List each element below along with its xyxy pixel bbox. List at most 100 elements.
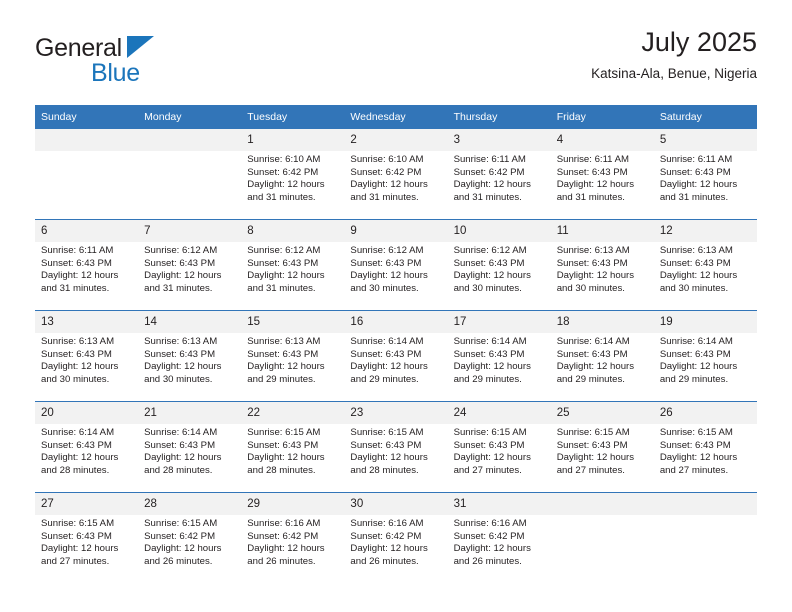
daylight-text: Daylight: 12 hours xyxy=(556,179,635,191)
sunset-text: Sunset: 6:42 PM xyxy=(144,530,216,542)
daylight-text: and 29 minutes. xyxy=(556,373,625,385)
daylight-text: and 27 minutes. xyxy=(41,555,110,567)
day-number: 28 xyxy=(138,493,242,515)
day-details: Sunrise: 6:15 AM Sunset: 6:42 PM Daylight:… xyxy=(138,515,241,568)
day-details: Sunrise: 6:15 AM Sunset: 6:43 PM Daylight:… xyxy=(448,424,551,477)
day-details: Sunrise: 6:16 AM Sunset: 6:42 PM Daylight:… xyxy=(448,515,551,568)
day-details: Sunrise: 6:15 AM Sunset: 6:43 PM Daylight:… xyxy=(35,515,138,568)
day-number: 10 xyxy=(447,220,551,242)
day-number: 25 xyxy=(550,402,654,424)
calendar-day-cell[interactable]: 20 Sunrise: 6:14 AM Sunset: 6:43 PM Dayligh… xyxy=(35,401,139,493)
calendar-day-cell[interactable]: 26 Sunrise: 6:15 AM Sunset: 6:43 PM Dayligh… xyxy=(653,401,757,493)
sunrise-text: Sunrise: 6:16 AM xyxy=(247,518,321,529)
calendar-day-cell[interactable]: 31 Sunrise: 6:16 AM Sunset: 6:42 PM Dayligh… xyxy=(447,492,551,583)
sunset-text: Sunset: 6:43 PM xyxy=(556,166,628,178)
day-details: Sunrise: 6:15 AM Sunset: 6:43 PM Daylight:… xyxy=(551,424,654,477)
daylight-text: and 27 minutes. xyxy=(556,464,625,476)
calendar-day-cell[interactable]: 28 Sunrise: 6:15 AM Sunset: 6:42 PM Dayligh… xyxy=(138,492,242,583)
calendar-day-cell[interactable]: 19 Sunrise: 6:14 AM Sunset: 6:43 PM Dayligh… xyxy=(653,310,757,402)
day-details: Sunrise: 6:11 AM Sunset: 6:43 PM Daylight:… xyxy=(551,151,654,204)
calendar-day-cell[interactable]: 16 Sunrise: 6:14 AM Sunset: 6:43 PM Dayligh… xyxy=(344,310,448,402)
calendar-day-cell[interactable]: 4 Sunrise: 6:11 AM Sunset: 6:43 PM Daylight… xyxy=(550,129,654,220)
day-details: Sunrise: 6:12 AM Sunset: 6:43 PM Daylight:… xyxy=(344,242,447,295)
daylight-text: Daylight: 12 hours xyxy=(41,270,119,282)
sunrise-text: Sunrise: 6:16 AM xyxy=(350,518,424,529)
calendar-day-cell[interactable]: 1 Sunrise: 6:10 AM Sunset: 6:42 PM Daylight… xyxy=(241,129,345,220)
calendar-day-cell[interactable]: 14 Sunrise: 6:13 AM Sunset: 6:43 PM Dayligh… xyxy=(138,310,242,402)
calendar-day-cell[interactable]: 15 Sunrise: 6:13 AM Sunset: 6:43 PM Dayligh… xyxy=(241,310,345,402)
daylight-text: Daylight: 12 hours xyxy=(247,361,325,373)
daylight-text: and 31 minutes. xyxy=(247,191,316,203)
calendar-day-cell[interactable]: 12 Sunrise: 6:13 AM Sunset: 6:43 PM Dayligh… xyxy=(653,219,757,311)
calendar-day-cell[interactable]: 7 Sunrise: 6:12 AM Sunset: 6:43 PM Daylight… xyxy=(138,219,242,311)
day-details: Sunrise: 6:15 AM Sunset: 6:43 PM Daylight:… xyxy=(241,424,344,477)
weekday-header-sunday: Sunday xyxy=(35,105,139,129)
sunset-text: Sunset: 6:43 PM xyxy=(144,439,216,451)
calendar-body: 1 Sunrise: 6:10 AM Sunset: 6:42 PM Daylight… xyxy=(35,129,757,583)
page-subtitle: Katsina-Ala, Benue, Nigeria xyxy=(591,66,757,81)
day-details: Sunrise: 6:14 AM Sunset: 6:43 PM Daylight:… xyxy=(551,333,654,386)
calendar-day-cell[interactable]: 23 Sunrise: 6:15 AM Sunset: 6:43 PM Dayligh… xyxy=(344,401,448,493)
calendar-day-cell[interactable]: 24 Sunrise: 6:15 AM Sunset: 6:43 PM Dayligh… xyxy=(447,401,551,493)
calendar-day-cell[interactable]: 17 Sunrise: 6:14 AM Sunset: 6:43 PM Dayligh… xyxy=(447,310,551,402)
calendar-day-cell[interactable]: 27 Sunrise: 6:15 AM Sunset: 6:43 PM Dayligh… xyxy=(35,492,139,583)
sunrise-text: Sunrise: 6:12 AM xyxy=(350,245,424,256)
calendar-day-cell[interactable]: 9 Sunrise: 6:12 AM Sunset: 6:43 PM Daylight… xyxy=(344,219,448,311)
calendar-week-row: 13 Sunrise: 6:13 AM Sunset: 6:43 PM Dayligh… xyxy=(35,310,757,402)
calendar-day-cell[interactable]: 25 Sunrise: 6:15 AM Sunset: 6:43 PM Dayligh… xyxy=(550,401,654,493)
day-details: Sunrise: 6:16 AM Sunset: 6:42 PM Daylight:… xyxy=(241,515,344,568)
day-number: 22 xyxy=(241,402,345,424)
sunrise-text: Sunrise: 6:14 AM xyxy=(350,336,424,347)
calendar-week-row: 1 Sunrise: 6:10 AM Sunset: 6:42 PM Daylight… xyxy=(35,129,757,220)
day-number: 26 xyxy=(653,402,757,424)
calendar-day-cell[interactable]: 22 Sunrise: 6:15 AM Sunset: 6:43 PM Dayligh… xyxy=(241,401,345,493)
day-details: Sunrise: 6:14 AM Sunset: 6:43 PM Daylight:… xyxy=(448,333,551,386)
calendar-day-cell[interactable]: 10 Sunrise: 6:12 AM Sunset: 6:43 PM Dayligh… xyxy=(447,219,551,311)
sunrise-text: Sunrise: 6:12 AM xyxy=(453,245,527,256)
calendar-day-cell[interactable]: 13 Sunrise: 6:13 AM Sunset: 6:43 PM Dayligh… xyxy=(35,310,139,402)
calendar-day-cell[interactable]: 5 Sunrise: 6:11 AM Sunset: 6:43 PM Daylight… xyxy=(653,129,757,220)
day-details: Sunrise: 6:14 AM Sunset: 6:43 PM Daylight:… xyxy=(35,424,138,477)
daylight-text: Daylight: 12 hours xyxy=(453,543,531,555)
calendar-day-cell[interactable]: 11 Sunrise: 6:13 AM Sunset: 6:43 PM Dayligh… xyxy=(550,219,654,311)
sunset-text: Sunset: 6:42 PM xyxy=(247,166,319,178)
day-number: 17 xyxy=(447,311,551,333)
page-title: July 2025 xyxy=(641,27,757,57)
sunset-text: Sunset: 6:43 PM xyxy=(247,439,319,451)
logo-text-general: General xyxy=(35,34,122,62)
sunset-text: Sunset: 6:42 PM xyxy=(350,530,422,542)
daylight-text: Daylight: 12 hours xyxy=(41,543,119,555)
day-number: 27 xyxy=(35,493,139,515)
daylight-text: Daylight: 12 hours xyxy=(453,452,531,464)
logo-text-blue: Blue xyxy=(91,59,140,87)
sunset-text: Sunset: 6:43 PM xyxy=(350,257,422,269)
day-details: Sunrise: 6:14 AM Sunset: 6:43 PM Daylight:… xyxy=(654,333,757,386)
day-details: Sunrise: 6:13 AM Sunset: 6:43 PM Daylight:… xyxy=(138,333,241,386)
sunrise-text: Sunrise: 6:13 AM xyxy=(556,245,630,256)
calendar-day-cell[interactable]: 6 Sunrise: 6:11 AM Sunset: 6:43 PM Daylight… xyxy=(35,219,139,311)
daylight-text: and 29 minutes. xyxy=(247,373,316,385)
daylight-text: Daylight: 12 hours xyxy=(144,270,222,282)
calendar-day-cell[interactable]: 8 Sunrise: 6:12 AM Sunset: 6:43 PM Daylight… xyxy=(241,219,345,311)
daylight-text: and 30 minutes. xyxy=(659,282,729,294)
sunset-text: Sunset: 6:42 PM xyxy=(247,530,319,542)
daylight-text: and 30 minutes. xyxy=(41,373,110,385)
calendar-day-cell[interactable]: 3 Sunrise: 6:11 AM Sunset: 6:42 PM Daylight… xyxy=(447,129,551,220)
daylight-text: Daylight: 12 hours xyxy=(144,361,222,373)
day-details: Sunrise: 6:11 AM Sunset: 6:42 PM Daylight:… xyxy=(448,151,551,204)
daylight-text: Daylight: 12 hours xyxy=(144,452,222,464)
day-details: Sunrise: 6:13 AM Sunset: 6:43 PM Daylight:… xyxy=(551,242,654,295)
calendar-day-cell[interactable]: 21 Sunrise: 6:14 AM Sunset: 6:43 PM Dayligh… xyxy=(138,401,242,493)
calendar-day-cell[interactable]: 29 Sunrise: 6:16 AM Sunset: 6:42 PM Dayligh… xyxy=(241,492,345,583)
day-number: 14 xyxy=(138,311,242,333)
calendar-day-cell[interactable]: 18 Sunrise: 6:14 AM Sunset: 6:43 PM Dayligh… xyxy=(550,310,654,402)
weekday-header-friday: Friday xyxy=(550,105,654,129)
sunrise-text: Sunrise: 6:12 AM xyxy=(247,245,321,256)
calendar-day-cell[interactable]: 30 Sunrise: 6:16 AM Sunset: 6:42 PM Dayligh… xyxy=(344,492,448,583)
sunset-text: Sunset: 6:43 PM xyxy=(659,166,731,178)
daylight-text: Daylight: 12 hours xyxy=(556,361,635,373)
day-number: 29 xyxy=(241,493,345,515)
calendar-day-cell[interactable]: 2 Sunrise: 6:10 AM Sunset: 6:42 PM Daylight… xyxy=(344,129,448,220)
daylight-text: and 31 minutes. xyxy=(247,282,316,294)
daylight-text: Daylight: 12 hours xyxy=(659,270,738,282)
